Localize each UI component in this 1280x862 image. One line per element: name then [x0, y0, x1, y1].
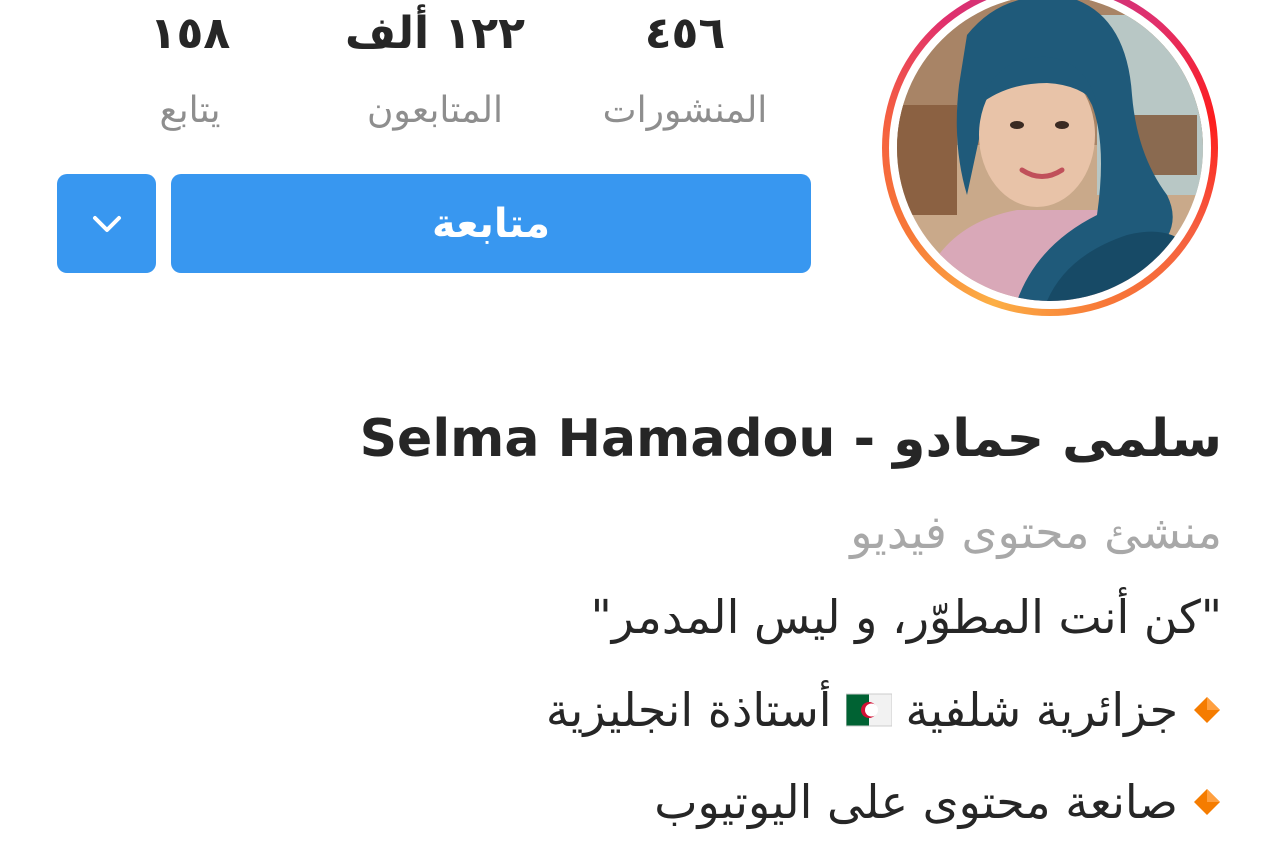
posts-label: المنشورات	[602, 90, 768, 131]
suggested-accounts-dropdown-button[interactable]	[57, 174, 156, 273]
followers-stat[interactable]: ١٢٢ ألف المتابعون	[330, 8, 540, 136]
bio-line-youtube: صانعة محتوى على اليوتيوب	[654, 770, 1222, 834]
follow-button[interactable]: متابعة	[171, 174, 811, 273]
profile-category: منشئ محتوى فيديو	[850, 505, 1222, 559]
orange-diamond-icon	[1194, 697, 1220, 723]
posts-count: ٤٥٦	[644, 8, 726, 59]
bio-profession-text: أستاذة انجليزية	[545, 683, 832, 737]
profile-avatar[interactable]	[897, 0, 1203, 301]
bio-origin-text: جزائرية شلفية	[905, 683, 1178, 737]
following-count: ١٥٨	[149, 8, 231, 59]
posts-stat[interactable]: ٤٥٦ المنشورات	[580, 8, 790, 136]
orange-diamond-icon	[1194, 789, 1220, 815]
bio-quote: "كن أنت المطوّر، و ليس المدمر"	[590, 590, 1222, 644]
profile-full-name: سلمى حمادو - Selma Hamadou	[359, 409, 1222, 469]
following-stat[interactable]: ١٥٨ يتابع	[110, 8, 270, 136]
followers-label: المتابعون	[366, 90, 504, 131]
bio-line-origin: جزائرية شلفية أستاذة انجليزية	[546, 678, 1222, 742]
followers-count: ١٢٢ ألف	[345, 8, 525, 59]
bio-youtube-text: صانعة محتوى على اليوتيوب	[654, 775, 1178, 829]
profile-header: ١٥٨ يتابع ١٢٢ ألف المتابعون ٤٥٦ المنشورا…	[0, 0, 1280, 862]
following-label: يتابع	[159, 90, 221, 131]
algeria-flag-icon	[845, 693, 892, 727]
chevron-down-icon	[92, 215, 121, 232]
avatar-image	[897, 0, 1203, 301]
